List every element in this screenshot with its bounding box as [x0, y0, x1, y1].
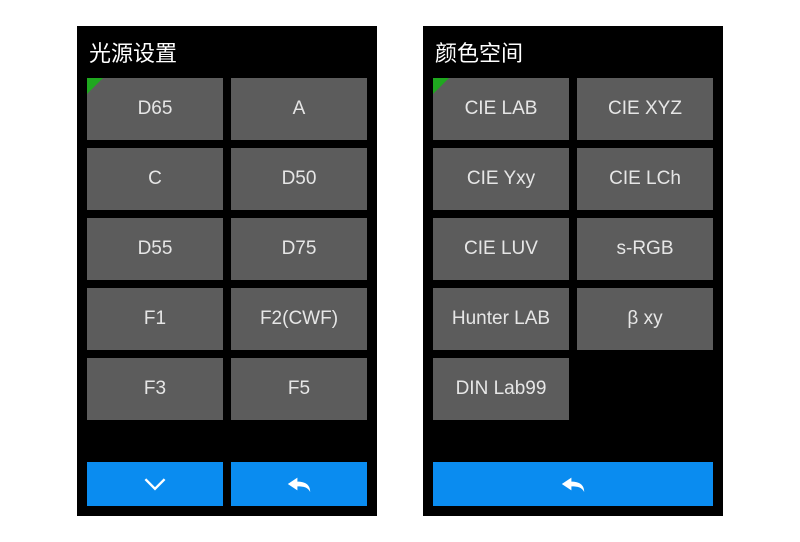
color-space-panel: 颜色空间 CIE LAB CIE XYZ CIE Yxy CIE LCh CIE…: [423, 26, 723, 516]
option-beta-xy[interactable]: β xy: [577, 288, 713, 350]
option-f1[interactable]: F1: [87, 288, 223, 350]
selected-corner-icon: [433, 78, 449, 94]
option-cie-xyz[interactable]: CIE XYZ: [577, 78, 713, 140]
option-f2cwf[interactable]: F2(CWF): [231, 288, 367, 350]
light-source-panel: 光源设置 D65 A C D50 D55 D75 F1 F2(CWF) F3 F…: [77, 26, 377, 516]
option-hunter-lab[interactable]: Hunter LAB: [433, 288, 569, 350]
options-grid-area: D65 A C D50 D55 D75 F1 F2(CWF) F3 F5: [77, 74, 377, 462]
panel-title: 颜色空间: [423, 26, 723, 74]
selected-corner-icon: [87, 78, 103, 94]
option-a[interactable]: A: [231, 78, 367, 140]
options-grid-area: CIE LAB CIE XYZ CIE Yxy CIE LCh CIE LUV …: [423, 74, 723, 462]
option-c[interactable]: C: [87, 148, 223, 210]
page-down-button[interactable]: [87, 462, 223, 506]
option-empty: [577, 358, 713, 420]
option-cie-yxy[interactable]: CIE Yxy: [433, 148, 569, 210]
option-d65[interactable]: D65: [87, 78, 223, 140]
option-f5[interactable]: F5: [231, 358, 367, 420]
back-arrow-icon: [283, 468, 315, 500]
option-din-lab99[interactable]: DIN Lab99: [433, 358, 569, 420]
option-f3[interactable]: F3: [87, 358, 223, 420]
chevron-down-icon: [139, 468, 171, 500]
back-arrow-icon: [557, 468, 589, 500]
option-d55[interactable]: D55: [87, 218, 223, 280]
option-d50[interactable]: D50: [231, 148, 367, 210]
panel-title: 光源设置: [77, 26, 377, 74]
bottom-bar: [423, 462, 723, 516]
bottom-bar: [77, 462, 377, 516]
option-srgb[interactable]: s-RGB: [577, 218, 713, 280]
option-cie-luv[interactable]: CIE LUV: [433, 218, 569, 280]
option-cie-lab[interactable]: CIE LAB: [433, 78, 569, 140]
option-d75[interactable]: D75: [231, 218, 367, 280]
back-button[interactable]: [433, 462, 713, 506]
back-button[interactable]: [231, 462, 367, 506]
option-cie-lch[interactable]: CIE LCh: [577, 148, 713, 210]
